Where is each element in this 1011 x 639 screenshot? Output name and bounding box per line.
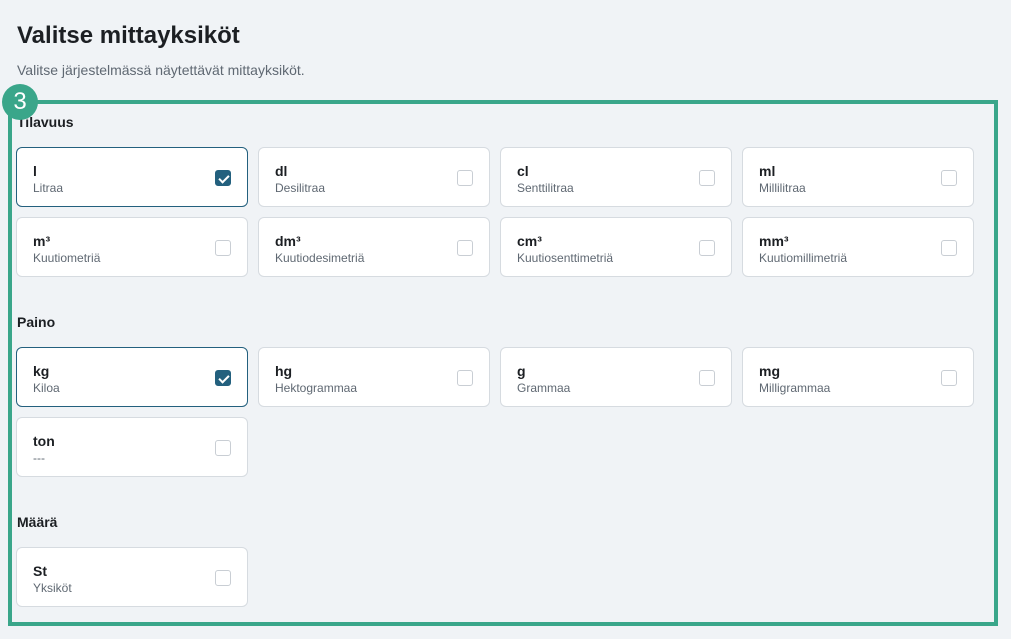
unit-checkbox[interactable]: [699, 240, 715, 256]
unit-name: Grammaa: [517, 381, 571, 395]
unit-card-dl[interactable]: dl Desilitraa: [258, 147, 490, 207]
unit-name: Kiloa: [33, 381, 60, 395]
unit-card-cl[interactable]: cl Senttilitraa: [500, 147, 732, 207]
unit-name: Kuutiodesimetriä: [275, 251, 365, 265]
unit-checkbox[interactable]: [941, 370, 957, 386]
unit-abbr: kg: [33, 363, 50, 379]
unit-checkbox[interactable]: [215, 170, 231, 186]
unit-name: Kuutiometriä: [33, 251, 101, 265]
unit-card-kg[interactable]: kg Kiloa: [16, 347, 248, 407]
unit-abbr: mm³: [759, 233, 789, 249]
unit-checkbox[interactable]: [699, 170, 715, 186]
step-badge: 3: [2, 84, 38, 120]
unit-checkbox[interactable]: [457, 240, 473, 256]
unit-abbr: St: [33, 563, 47, 579]
unit-card-l[interactable]: l Litraa: [16, 147, 248, 207]
unit-checkbox[interactable]: [215, 370, 231, 386]
unit-abbr: dl: [275, 163, 288, 179]
unit-abbr: cm³: [517, 233, 542, 249]
unit-name: Kuutiomillimetriä: [759, 251, 848, 265]
unit-card-mm3[interactable]: mm³ Kuutiomillimetriä: [742, 217, 974, 277]
unit-abbr: g: [517, 363, 526, 379]
unit-name: ---: [33, 451, 45, 465]
unit-name: Milligrammaa: [759, 381, 831, 395]
unit-card-g[interactable]: g Grammaa: [500, 347, 732, 407]
section-title-quantity: Määrä: [17, 514, 58, 530]
page-title: Valitse mittayksiköt: [17, 22, 240, 49]
page-subtitle: Valitse järjestelmässä näytettävät mitta…: [17, 62, 305, 78]
unit-checkbox[interactable]: [215, 440, 231, 456]
unit-abbr: hg: [275, 363, 293, 379]
unit-abbr: mg: [759, 363, 780, 379]
unit-name: Kuutiosenttimetriä: [517, 251, 614, 265]
unit-checkbox[interactable]: [215, 570, 231, 586]
unit-checkbox[interactable]: [941, 240, 957, 256]
unit-card-dm3[interactable]: dm³ Kuutiodesimetriä: [258, 217, 490, 277]
unit-abbr: ton: [33, 433, 55, 449]
unit-abbr: ml: [759, 163, 776, 179]
unit-card-ton[interactable]: ton ---: [16, 417, 248, 477]
unit-checkbox[interactable]: [457, 370, 473, 386]
unit-checkbox[interactable]: [699, 370, 715, 386]
unit-card-ml[interactable]: ml Millilitraa: [742, 147, 974, 207]
unit-name: Yksiköt: [33, 581, 72, 595]
unit-name: Desilitraa: [275, 181, 326, 195]
unit-card-hg[interactable]: hg Hektogrammaa: [258, 347, 490, 407]
unit-name: Hektogrammaa: [275, 381, 358, 395]
unit-name: Millilitraa: [759, 181, 806, 195]
section-title-weight: Paino: [17, 314, 56, 330]
unit-checkbox[interactable]: [457, 170, 473, 186]
unit-card-m3[interactable]: m³ Kuutiometriä: [16, 217, 248, 277]
unit-name: Litraa: [33, 181, 64, 195]
unit-card-mg[interactable]: mg Milligrammaa: [742, 347, 974, 407]
unit-name: Senttilitraa: [517, 181, 574, 195]
unit-abbr: l: [33, 163, 37, 179]
unit-abbr: cl: [517, 163, 529, 179]
unit-card-st[interactable]: St Yksiköt: [16, 547, 248, 607]
unit-card-cm3[interactable]: cm³ Kuutiosenttimetriä: [500, 217, 732, 277]
unit-abbr: m³: [33, 233, 51, 249]
unit-checkbox[interactable]: [941, 170, 957, 186]
unit-abbr: dm³: [275, 233, 301, 249]
unit-checkbox[interactable]: [215, 240, 231, 256]
